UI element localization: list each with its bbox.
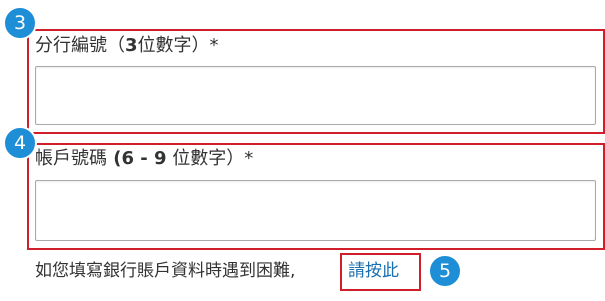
branch-label-prefix: 分行編號（ xyxy=(35,35,125,56)
branch-label-digits: 3 xyxy=(125,35,138,56)
account-label-digits: (6 - 9 xyxy=(107,148,167,169)
help-text: 如您填寫銀行賬戶資料時遇到困難, xyxy=(35,261,296,281)
step-badge-5: 5 xyxy=(428,254,462,288)
account-label-suffix: 位數字）* xyxy=(166,148,254,169)
account-number-input[interactable] xyxy=(35,180,596,241)
help-link[interactable]: 請按此 xyxy=(348,260,399,282)
branch-code-input[interactable] xyxy=(35,66,596,125)
step-badge-4: 4 xyxy=(3,126,37,160)
branch-label-suffix: 位數字）* xyxy=(137,35,219,56)
account-number-label: 帳戶號碼 (6 - 9 位數字）* xyxy=(35,148,253,170)
step-badge-3: 3 xyxy=(3,6,37,40)
account-label-prefix: 帳戶號碼 xyxy=(35,148,107,169)
branch-code-label: 分行編號（3位數字）* xyxy=(35,35,219,57)
